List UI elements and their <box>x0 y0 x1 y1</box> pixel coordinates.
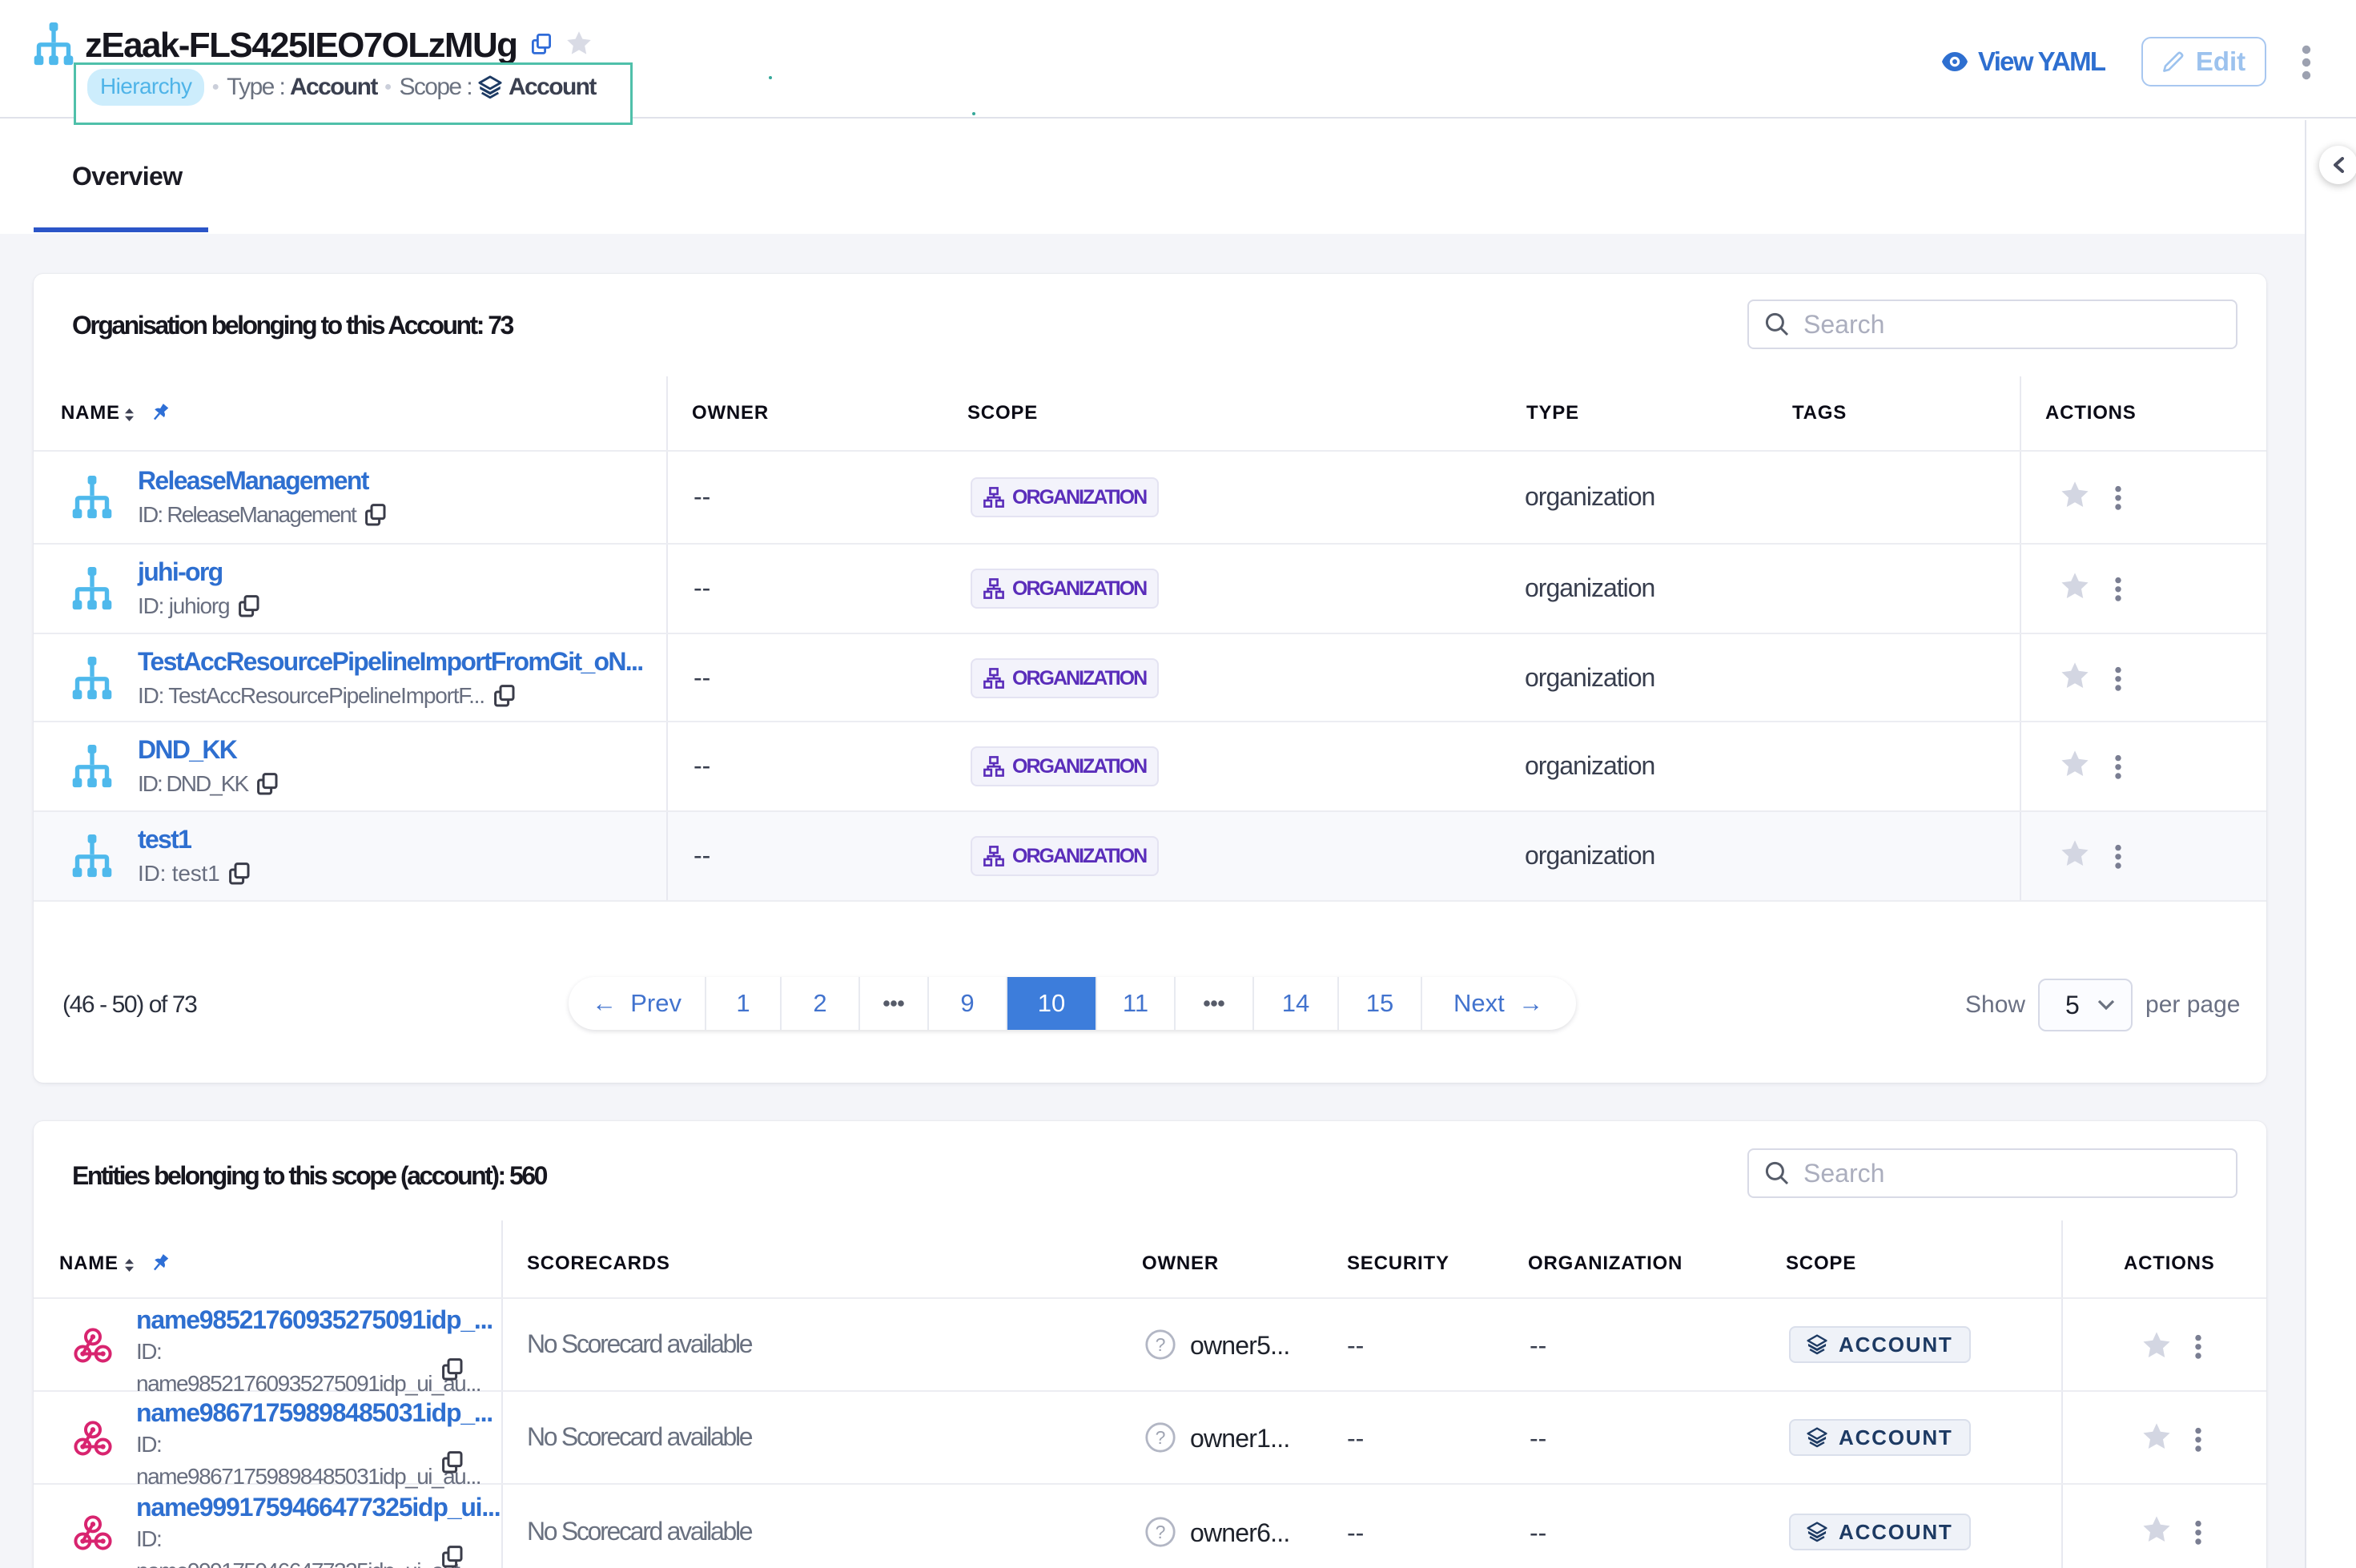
svg-text:?: ? <box>1156 1334 1166 1355</box>
svg-text:?: ? <box>1156 1427 1166 1448</box>
svg-text:?: ? <box>1156 1522 1166 1542</box>
